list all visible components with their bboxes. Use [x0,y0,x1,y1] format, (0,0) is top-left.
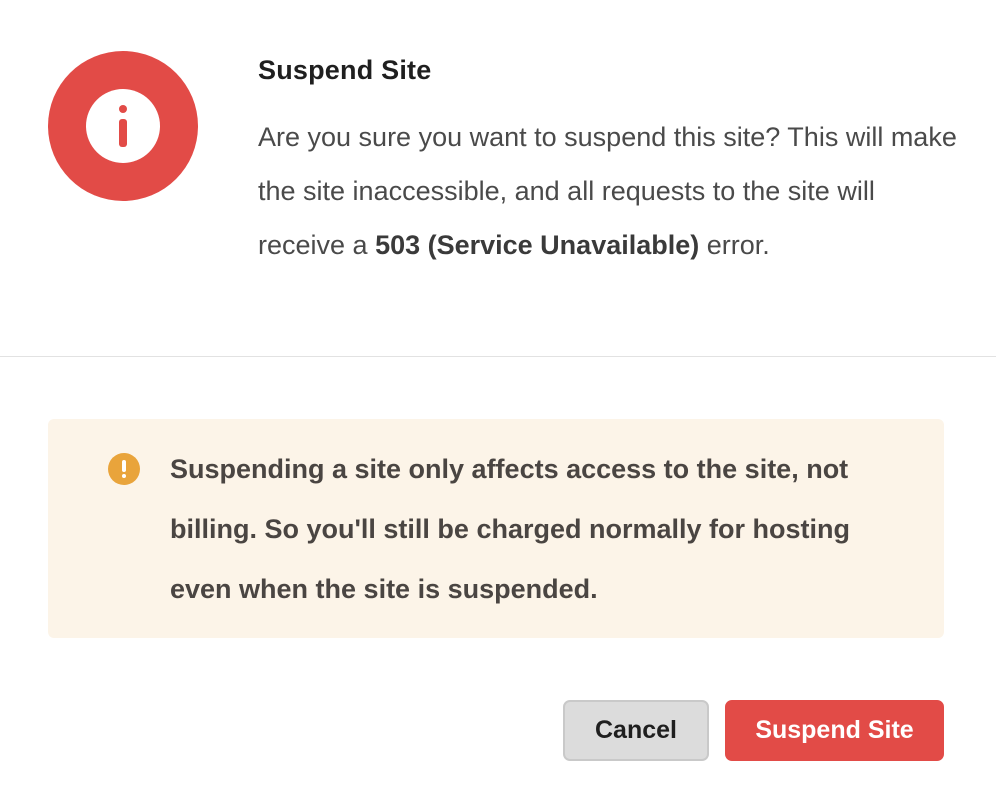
message-status-code: 503 (Service Unavailable) [375,230,700,260]
cancel-button[interactable]: Cancel [563,700,709,761]
info-icon-stem [119,119,127,147]
header-divider [0,356,996,357]
dialog-header: Suspend Site Are you sure you want to su… [0,0,996,357]
dialog-message: Are you sure you want to suspend this si… [258,110,958,272]
dialog-title: Suspend Site [258,55,432,85]
warning-icon [108,453,140,485]
suspend-site-button[interactable]: Suspend Site [725,700,944,761]
warning-icon-dot [122,474,126,478]
info-icon-dot [119,105,127,113]
billing-notice: Suspending a site only affects access to… [48,419,944,638]
warning-icon-stem [122,460,126,472]
notice-text: Suspending a site only affects access to… [170,454,850,604]
suspend-site-dialog: Suspend Site Are you sure you want to su… [0,0,996,790]
info-icon-inner [86,89,160,163]
info-icon [48,51,198,201]
message-text-end: error. [699,230,770,260]
